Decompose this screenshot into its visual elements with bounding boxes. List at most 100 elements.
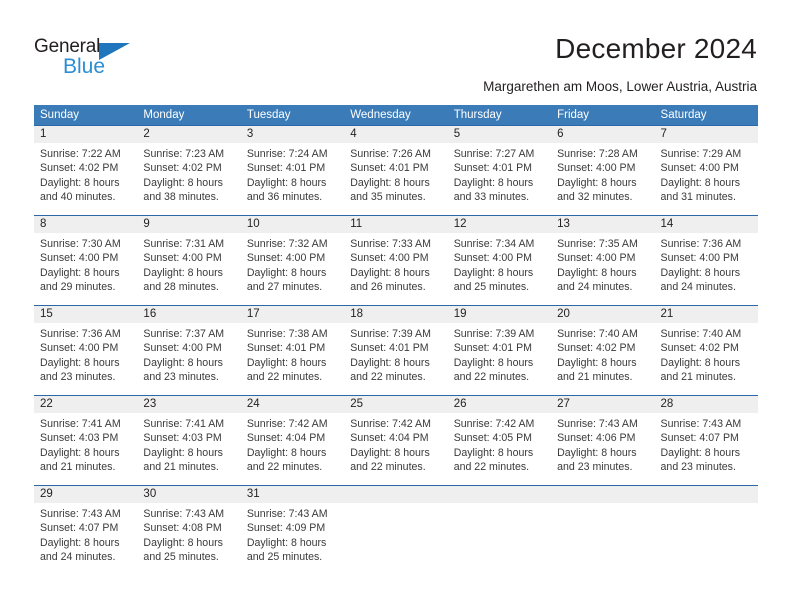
day-cell[interactable]: Sunrise: 7:42 AM Sunset: 4:04 PM Dayligh… <box>344 413 447 485</box>
daylight-text-line2: and 22 minutes. <box>350 460 426 473</box>
day-number[interactable]: 28 <box>655 396 758 413</box>
day-cell[interactable]: Sunrise: 7:22 AM Sunset: 4:02 PM Dayligh… <box>34 143 137 215</box>
day-cell[interactable]: Sunrise: 7:43 AM Sunset: 4:07 PM Dayligh… <box>34 503 137 575</box>
day-cell[interactable]: Sunrise: 7:43 AM Sunset: 4:08 PM Dayligh… <box>137 503 240 575</box>
day-number[interactable]: 26 <box>448 396 551 413</box>
day-number[interactable]: 8 <box>34 216 137 233</box>
daylight-text-line2: and 23 minutes. <box>40 370 116 383</box>
day-number[interactable]: 20 <box>551 306 654 323</box>
sunset-text: Sunset: 4:02 PM <box>143 162 222 175</box>
day-number[interactable]: 11 <box>344 216 447 233</box>
week-detail-row: Sunrise: 7:36 AM Sunset: 4:00 PM Dayligh… <box>34 323 758 395</box>
day-number[interactable]: 6 <box>551 126 654 143</box>
day-cell[interactable]: Sunrise: 7:32 AM Sunset: 4:00 PM Dayligh… <box>241 233 344 305</box>
sunset-text: Sunset: 4:08 PM <box>143 522 222 535</box>
sunrise-text: Sunrise: 7:22 AM <box>40 148 121 160</box>
sunrise-text: Sunrise: 7:40 AM <box>660 328 742 340</box>
week-detail-row: Sunrise: 7:41 AM Sunset: 4:03 PM Dayligh… <box>34 413 758 485</box>
day-number[interactable]: 5 <box>448 126 551 143</box>
day-number[interactable]: 14 <box>655 216 758 233</box>
weekday-header-tuesday: Tuesday <box>246 109 291 121</box>
day-cell[interactable]: Sunrise: 7:28 AM Sunset: 4:00 PM Dayligh… <box>551 143 654 215</box>
day-number[interactable]: 10 <box>241 216 344 233</box>
day-number[interactable]: 24 <box>241 396 344 413</box>
daylight-text-line1: Daylight: 8 hours <box>453 446 534 459</box>
day-cell[interactable]: Sunrise: 7:40 AM Sunset: 4:02 PM Dayligh… <box>655 323 758 395</box>
week-detail-row: Sunrise: 7:22 AM Sunset: 4:02 PM Dayligh… <box>34 143 758 215</box>
sunset-text: Sunset: 4:00 PM <box>40 252 119 265</box>
day-cell[interactable]: Sunrise: 7:33 AM Sunset: 4:00 PM Dayligh… <box>344 233 447 305</box>
daylight-text-line1: Daylight: 8 hours <box>143 356 223 369</box>
sunset-text: Sunset: 4:01 PM <box>453 162 533 175</box>
day-cell[interactable]: Sunrise: 7:26 AM Sunset: 4:01 PM Dayligh… <box>344 143 447 215</box>
sunrise-text: Sunrise: 7:26 AM <box>350 148 431 160</box>
day-cell[interactable]: Sunrise: 7:41 AM Sunset: 4:03 PM Dayligh… <box>34 413 137 485</box>
weekday-header-thursday: Thursday <box>453 109 502 121</box>
sunrise-text: Sunrise: 7:36 AM <box>660 238 742 250</box>
sunset-text: Sunset: 4:00 PM <box>350 252 429 265</box>
sunrise-text: Sunrise: 7:35 AM <box>557 238 638 250</box>
day-number[interactable]: 2 <box>137 126 240 143</box>
day-number[interactable]: 22 <box>34 396 137 413</box>
day-cell[interactable]: Sunrise: 7:23 AM Sunset: 4:02 PM Dayligh… <box>137 143 240 215</box>
day-number[interactable]: 21 <box>655 306 758 323</box>
general-blue-logo: General Blue <box>34 36 154 84</box>
daylight-text-line1: Daylight: 8 hours <box>350 356 430 369</box>
sunrise-text: Sunrise: 7:30 AM <box>40 238 121 250</box>
daylight-text-line2: and 22 minutes. <box>453 370 530 383</box>
day-cell[interactable]: Sunrise: 7:41 AM Sunset: 4:03 PM Dayligh… <box>137 413 240 485</box>
day-number[interactable]: 29 <box>34 486 137 503</box>
day-cell[interactable]: Sunrise: 7:42 AM Sunset: 4:04 PM Dayligh… <box>241 413 344 485</box>
daylight-text-line1: Daylight: 8 hours <box>557 266 637 279</box>
day-cell[interactable]: Sunrise: 7:36 AM Sunset: 4:00 PM Dayligh… <box>34 323 137 395</box>
sunrise-text: Sunrise: 7:28 AM <box>557 148 638 160</box>
day-number[interactable]: 9 <box>137 216 240 233</box>
day-number[interactable]: 4 <box>344 126 447 143</box>
daylight-text-line1: Daylight: 8 hours <box>40 176 120 189</box>
day-number[interactable]: 31 <box>241 486 344 503</box>
day-number[interactable]: 30 <box>137 486 240 503</box>
day-cell[interactable]: Sunrise: 7:36 AM Sunset: 4:00 PM Dayligh… <box>655 233 758 305</box>
sunset-text: Sunset: 4:00 PM <box>143 252 222 265</box>
day-cell[interactable]: Sunrise: 7:40 AM Sunset: 4:02 PM Dayligh… <box>551 323 654 395</box>
day-cell[interactable]: Sunrise: 7:34 AM Sunset: 4:00 PM Dayligh… <box>448 233 551 305</box>
day-number[interactable]: 7 <box>655 126 758 143</box>
day-cell[interactable]: Sunrise: 7:42 AM Sunset: 4:05 PM Dayligh… <box>448 413 551 485</box>
day-number[interactable]: 19 <box>448 306 551 323</box>
day-cell[interactable]: Sunrise: 7:31 AM Sunset: 4:00 PM Dayligh… <box>137 233 240 305</box>
day-cell[interactable]: Sunrise: 7:43 AM Sunset: 4:07 PM Dayligh… <box>655 413 758 485</box>
sunset-text: Sunset: 4:02 PM <box>40 162 119 175</box>
day-number[interactable]: 16 <box>137 306 240 323</box>
day-cell[interactable]: Sunrise: 7:24 AM Sunset: 4:01 PM Dayligh… <box>241 143 344 215</box>
sunrise-text: Sunrise: 7:43 AM <box>660 418 742 430</box>
calendar-week-row: 1 2 3 4 5 6 7 Sunrise: 7:22 AM Sunset: 4… <box>34 125 758 215</box>
day-number[interactable]: 1 <box>34 126 137 143</box>
day-number[interactable]: 25 <box>344 396 447 413</box>
day-number-empty <box>344 486 447 503</box>
daylight-text-line1: Daylight: 8 hours <box>557 446 637 459</box>
day-cell[interactable]: Sunrise: 7:43 AM Sunset: 4:09 PM Dayligh… <box>241 503 344 575</box>
day-cell[interactable]: Sunrise: 7:38 AM Sunset: 4:01 PM Dayligh… <box>241 323 344 395</box>
day-cell[interactable]: Sunrise: 7:39 AM Sunset: 4:01 PM Dayligh… <box>344 323 447 395</box>
page-subtitle-location: Margarethen am Moos, Lower Austria, Aust… <box>483 79 757 94</box>
week-daynumber-band: 15 16 17 18 19 20 21 <box>34 306 758 323</box>
day-cell[interactable]: Sunrise: 7:35 AM Sunset: 4:00 PM Dayligh… <box>551 233 654 305</box>
day-number[interactable]: 3 <box>241 126 344 143</box>
day-cell[interactable]: Sunrise: 7:27 AM Sunset: 4:01 PM Dayligh… <box>448 143 551 215</box>
day-number[interactable]: 18 <box>344 306 447 323</box>
day-cell[interactable]: Sunrise: 7:43 AM Sunset: 4:06 PM Dayligh… <box>551 413 654 485</box>
day-cell[interactable]: Sunrise: 7:37 AM Sunset: 4:00 PM Dayligh… <box>137 323 240 395</box>
daylight-text-line2: and 31 minutes. <box>660 190 736 203</box>
daylight-text-line2: and 21 minutes. <box>660 370 736 383</box>
daylight-text-line1: Daylight: 8 hours <box>246 266 327 279</box>
day-number[interactable]: 23 <box>137 396 240 413</box>
day-number[interactable]: 17 <box>241 306 344 323</box>
day-number[interactable]: 15 <box>34 306 137 323</box>
page-title: December 2024 <box>555 33 757 64</box>
day-cell[interactable]: Sunrise: 7:29 AM Sunset: 4:00 PM Dayligh… <box>655 143 758 215</box>
day-number[interactable]: 13 <box>551 216 654 233</box>
day-cell[interactable]: Sunrise: 7:39 AM Sunset: 4:01 PM Dayligh… <box>448 323 551 395</box>
day-cell[interactable]: Sunrise: 7:30 AM Sunset: 4:00 PM Dayligh… <box>34 233 137 305</box>
day-number[interactable]: 12 <box>448 216 551 233</box>
day-number[interactable]: 27 <box>551 396 654 413</box>
